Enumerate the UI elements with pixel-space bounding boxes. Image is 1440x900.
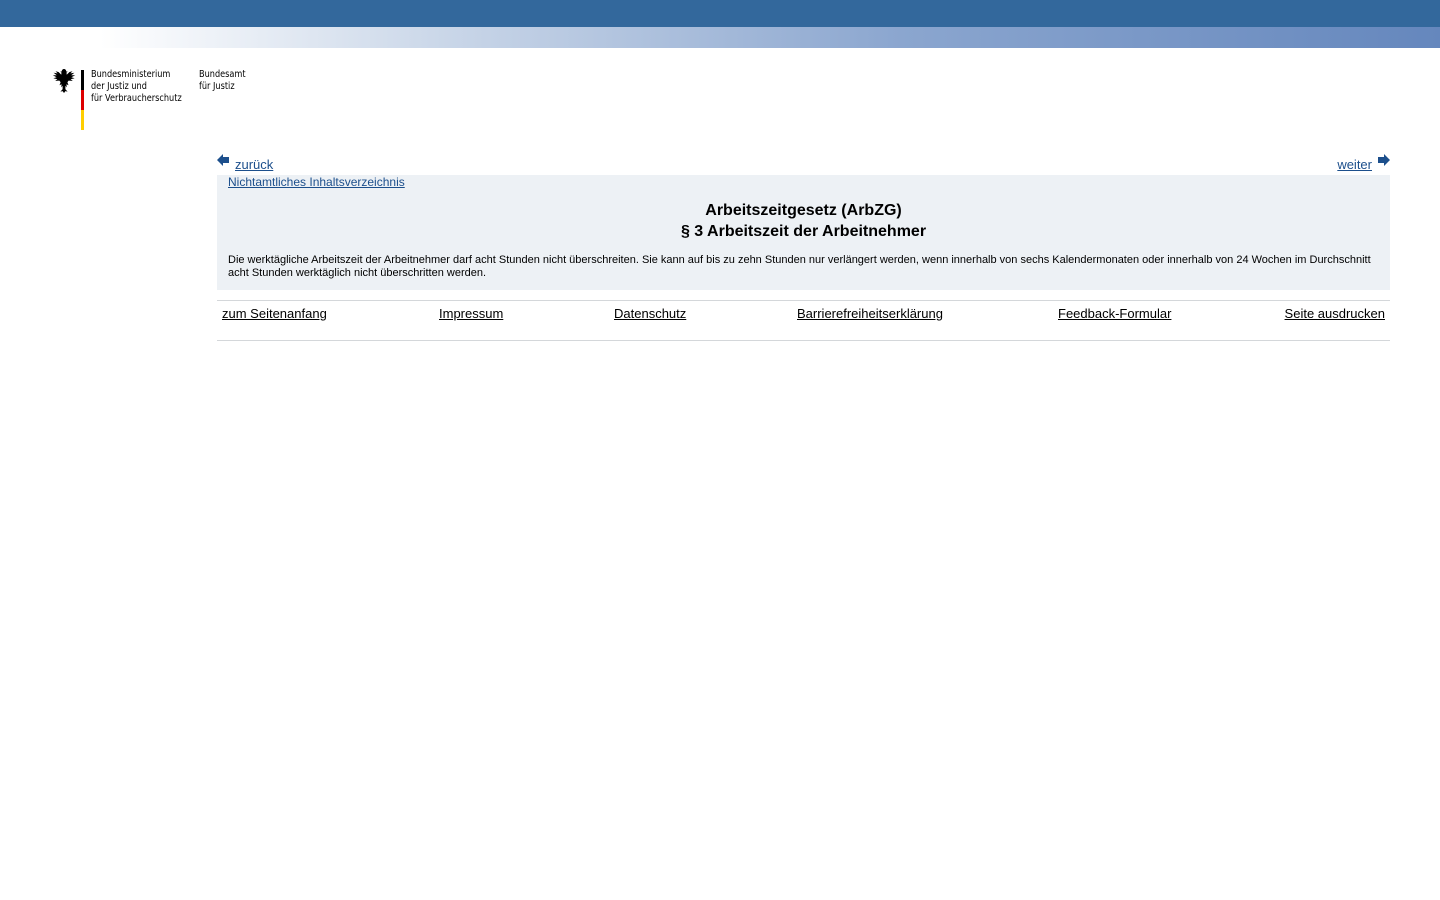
page-navigation: zurück weiter — [217, 153, 1390, 175]
footer-link-top-of-page[interactable]: zum Seitenanfang — [222, 306, 327, 321]
footer-divider-top — [217, 300, 1390, 301]
ministry-name-line: der Justiz und — [91, 81, 147, 92]
footer-link-privacy[interactable]: Datenschutz — [614, 306, 686, 321]
law-paragraph: Die werktägliche Arbeitszeit der Arbeitn… — [228, 254, 1371, 279]
section-title: § 3 Arbeitszeit der Arbeitnehmer — [680, 223, 927, 240]
flag-stripe-gold — [81, 110, 84, 130]
arrow-right-icon[interactable] — [1378, 153, 1390, 167]
office-name-line: für Justiz — [199, 81, 235, 92]
toc-link[interactable]: Nichtamtliches Inhaltsverzeichnis — [228, 175, 405, 189]
top-banner-bar — [0, 0, 1440, 27]
gradient-banner-bar — [0, 27, 1440, 48]
next-link[interactable]: weiter — [1337, 153, 1390, 171]
ministry-name-line: Bundesministerium — [91, 69, 171, 80]
flag-stripe-red — [81, 90, 84, 110]
ministry-name: Bundesministerium der Justiz und für Ver… — [91, 69, 182, 105]
back-link[interactable]: zurück — [217, 153, 273, 171]
law-content-box: Nichtamtliches Inhaltsverzeichnis Arbeit… — [217, 175, 1390, 290]
footer-link-print[interactable]: Seite ausdrucken — [1285, 306, 1385, 321]
ministry-name-line: für Verbraucherschutz — [91, 93, 182, 104]
flag-stripe-black — [81, 70, 84, 90]
footer-link-feedback[interactable]: Feedback-Formular — [1058, 306, 1171, 321]
back-link-label[interactable]: zurück — [235, 158, 273, 171]
next-link-label[interactable]: weiter — [1337, 158, 1372, 171]
footer-divider-bottom — [217, 340, 1390, 341]
office-name-line: Bundesamt — [199, 69, 246, 80]
footer-links: zum Seitenanfang Impressum Datenschutz B… — [217, 306, 1390, 326]
law-title: Arbeitszeitgesetz (ArbZG) — [705, 202, 902, 219]
office-name: Bundesamt für Justiz — [199, 69, 246, 93]
arrow-left-icon[interactable] — [217, 153, 229, 167]
footer-link-accessibility[interactable]: Barrierefreiheitserklärung — [797, 306, 943, 321]
footer-link-imprint[interactable]: Impressum — [439, 306, 503, 321]
ministry-logo[interactable]: Bundesministerium der Justiz und für Ver… — [52, 68, 272, 132]
federal-eagle-icon — [52, 69, 76, 93]
